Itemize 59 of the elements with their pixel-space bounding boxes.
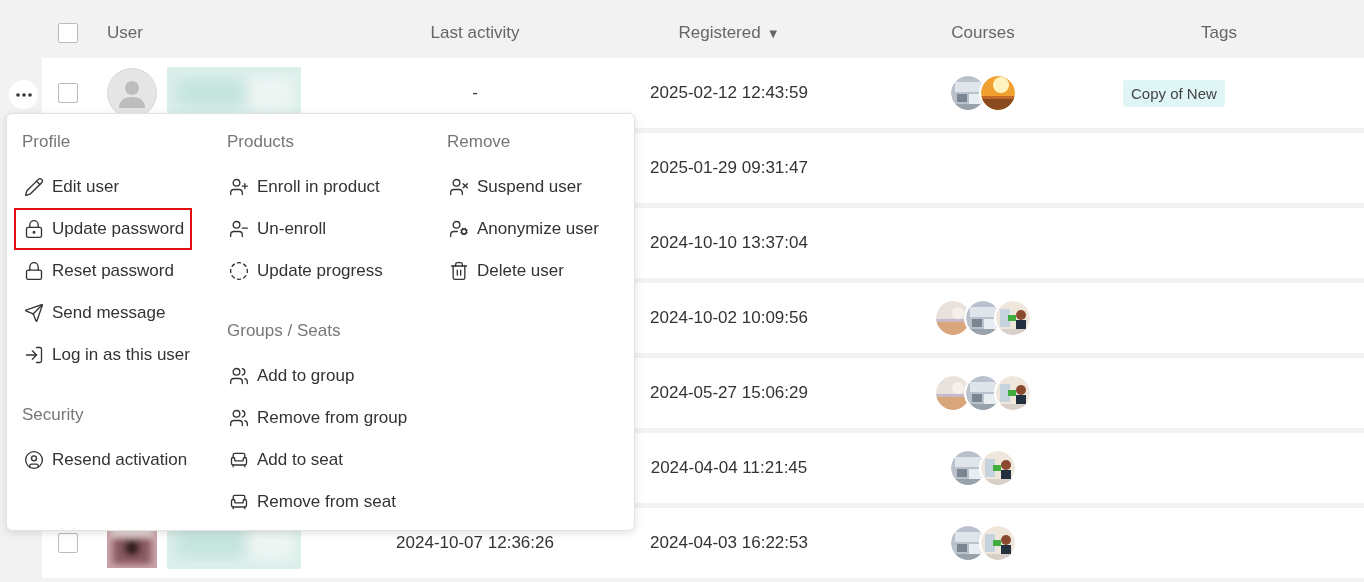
- table-cell: 2024-10-02 10:09:56: [650, 308, 808, 328]
- menu-item[interactable]: Edit user: [14, 166, 128, 208]
- user-minus-icon: [229, 219, 249, 239]
- menu-item[interactable]: Send message: [14, 292, 174, 334]
- log-in-icon: [24, 345, 44, 365]
- column-header: User: [106, 23, 143, 43]
- more-icon: [15, 92, 32, 97]
- menu-item[interactable]: Un-enroll: [219, 208, 334, 250]
- menu-item[interactable]: Log in as this user: [14, 334, 198, 376]
- row-checkbox[interactable]: [58, 83, 78, 103]
- table-cell: -: [472, 83, 478, 103]
- table-cell: 2024-05-27 15:06:29: [650, 383, 808, 403]
- column-header: Courses: [951, 23, 1015, 43]
- column-header-label[interactable]: Registered: [678, 23, 761, 43]
- lock-icon: [24, 261, 44, 281]
- user-circle-icon: [24, 450, 44, 470]
- trash-icon: [449, 261, 469, 281]
- menu-item[interactable]: Reset password: [14, 250, 182, 292]
- menu-item[interactable]: Remove from group: [219, 397, 416, 439]
- row-checkbox[interactable]: [58, 533, 78, 553]
- sort-indicator[interactable]: ▼: [766, 25, 780, 41]
- menu-item[interactable]: Suspend user: [439, 166, 590, 208]
- menu-item[interactable]: Enroll in product: [219, 166, 388, 208]
- menu-item[interactable]: Add to seat: [219, 439, 351, 481]
- table-cell: 2024-04-04 11:21:45: [650, 458, 808, 478]
- column-header: Tags: [1201, 23, 1237, 43]
- menu-item[interactable]: Remove from seat: [219, 481, 404, 523]
- users-icon: [229, 366, 249, 386]
- user-x-icon: [449, 177, 469, 197]
- menu-item[interactable]: Update progress: [219, 250, 391, 292]
- armchair-icon: [229, 450, 249, 470]
- table-cell: 2024-04-03 16:22:53: [650, 533, 808, 553]
- menu-section-title: Groups / Seats: [226, 320, 341, 342]
- pencil-icon: [24, 177, 44, 197]
- armchair-icon: [229, 492, 249, 512]
- table-cell: 2025-02-12 12:43:59: [650, 83, 808, 103]
- table-cell: 2024-10-07 12:36:26: [396, 533, 554, 553]
- table-cell: 2024-10-10 13:37:04: [650, 233, 808, 253]
- lock-icon: [24, 219, 44, 239]
- menu-section-title: Remove: [446, 131, 511, 153]
- more-button[interactable]: [9, 80, 38, 109]
- dashed-circle-icon: [229, 261, 249, 281]
- menu-item[interactable]: Update password: [14, 208, 193, 250]
- table-cell: 2025-01-29 09:31:47: [650, 158, 808, 178]
- user-plus-icon: [229, 177, 249, 197]
- user-gear-icon: [449, 219, 469, 239]
- column-header: Last activity: [430, 23, 520, 43]
- menu-section-title: Profile: [21, 131, 71, 153]
- select-all-checkbox[interactable]: [58, 23, 78, 43]
- menu-item[interactable]: Delete user: [439, 250, 572, 292]
- tag: Copy of New: [1123, 79, 1225, 107]
- menu-section-title: Products: [226, 131, 295, 153]
- send-icon: [24, 303, 44, 323]
- menu-section-title: Security: [21, 404, 84, 426]
- menu-item[interactable]: Add to group: [219, 355, 363, 397]
- users-icon: [229, 408, 249, 428]
- menu-item[interactable]: Resend activation: [14, 439, 196, 481]
- column-header[interactable]: Registered ▼: [678, 23, 780, 43]
- menu-item[interactable]: Anonymize user: [439, 208, 607, 250]
